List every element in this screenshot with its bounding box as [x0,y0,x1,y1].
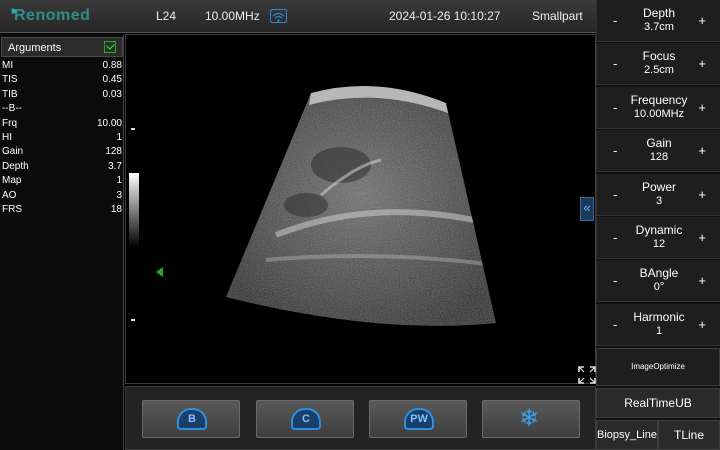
argument-row: Map 1 [2,175,122,189]
control-depth: - Depth 3.7cm + [596,0,720,42]
realtime-ub-button[interactable]: RealTimeUB [596,388,720,418]
dynamic-increase-button[interactable]: + [698,230,706,245]
argument-value: 3 [116,189,122,201]
control-power: - Power 3 + [596,173,720,216]
control-harmonic: - Harmonic 1 + [596,303,720,346]
argument-key: TIS [2,74,18,86]
argument-key: TIB [2,88,18,100]
panel-collapse-button[interactable]: « [580,197,594,221]
tline-button[interactable]: TLine [658,420,720,450]
argument-key: Depth [2,160,29,172]
control-dynamic: - Dynamic 12 + [596,217,720,259]
argument-row: TIS 0.45 [2,74,122,88]
argument-row: Gain 128 [2,146,122,160]
argument-row: AO 3 [2,190,122,204]
depth-tick [131,319,135,321]
argument-value: 0.03 [102,88,122,100]
preset-label[interactable]: Smallpart [532,9,583,23]
arguments-title: Arguments [8,42,62,54]
argument-row: Depth 3.7 [2,161,122,175]
argument-value: 1 [116,175,122,187]
control-bangle: - BAngle 0° + [596,260,720,303]
arguments-checkbox[interactable] [104,41,116,53]
control-focus: - Focus 2.5cm + [596,43,720,86]
frequency-label: 10.00MHz [205,9,260,23]
brand-logo: ▸ Renomed [12,5,91,25]
argument-key: --B-- [2,103,22,115]
power-increase-button[interactable]: + [698,187,706,202]
pw-mode-icon: PW [404,408,434,430]
pw-mode-button[interactable]: PW [369,400,467,438]
datetime: 2024-01-26 10:10:27 [389,9,501,23]
argument-key: MI [2,60,14,71]
probe-label: L24 [156,9,177,23]
harmonic-increase-button[interactable]: + [698,317,706,332]
brand-name: Renomed [14,7,91,24]
argument-row: FRS 18 [2,204,122,218]
argument-value: 0.45 [102,74,122,86]
argument-value: 18 [110,204,122,215]
control-frequency: - Frequency 10.00MHz + [596,86,720,129]
fullscreen-icon[interactable] [578,366,596,384]
freeze-button[interactable]: ❄ [482,400,580,438]
b-mode-icon: B [177,408,207,430]
focus-marker-icon[interactable] [156,267,163,277]
mode-button-bar: B C PW ❄ [125,386,596,450]
ultrasound-image-area[interactable]: « [125,34,596,384]
focus-increase-button[interactable]: + [698,56,706,71]
argument-value: 128 [105,146,122,158]
argument-value: 1 [116,132,122,143]
c-mode-icon: C [291,408,321,430]
argument-key: AO [2,189,17,201]
b-mode-button[interactable]: B [142,400,240,438]
argument-value: 10.00 [96,117,122,129]
argument-key: HI [2,132,12,143]
freeze-snowflake-icon: ❄ [519,405,540,432]
argument-key: Gain [2,146,24,158]
argument-value: 0.88 [102,60,122,71]
logo-flag-icon: ▸ [12,5,19,17]
argument-row: HI 1 [2,132,122,146]
argument-key: Map [2,175,22,187]
argument-key: FRS [2,204,22,215]
argument-row: TIB 0.03 [2,89,122,103]
gain-increase-button[interactable]: + [698,143,706,158]
grayscale-bar [129,173,139,247]
biopsy-line-button[interactable]: Biopsy_Line [596,420,658,450]
argument-row: --B-- [2,103,122,117]
argument-key: Frq [2,117,17,129]
image-optimize-button[interactable]: ImageOptimize [596,348,720,386]
argument-value: 3.7 [108,160,122,172]
depth-tick [131,128,135,130]
wifi-icon [270,9,287,23]
arguments-panel: Arguments MI 0.88 TIS 0.45 TIB 0.03 --B-- Frq 10… [0,34,124,450]
depth-increase-button[interactable]: + [698,13,706,28]
control-gain: - Gain 128 + [596,130,720,173]
bangle-increase-button[interactable]: + [698,273,706,288]
argument-row: Frq 10.00 [2,118,122,132]
arguments-header[interactable]: Arguments [1,37,123,57]
ultrasound-scan-image [226,85,496,326]
argument-row: MI 0.88 [2,60,122,74]
top-status-bar: ▸ Renomed L24 10.00MHz 2024-01-26 10:10:… [0,0,596,33]
control-panel: - Depth 3.7cm + - Focus 2.5cm + - Frequency 10.00M… [596,0,720,450]
frequency-increase-button[interactable]: + [698,100,706,115]
c-mode-button[interactable]: C [256,400,354,438]
